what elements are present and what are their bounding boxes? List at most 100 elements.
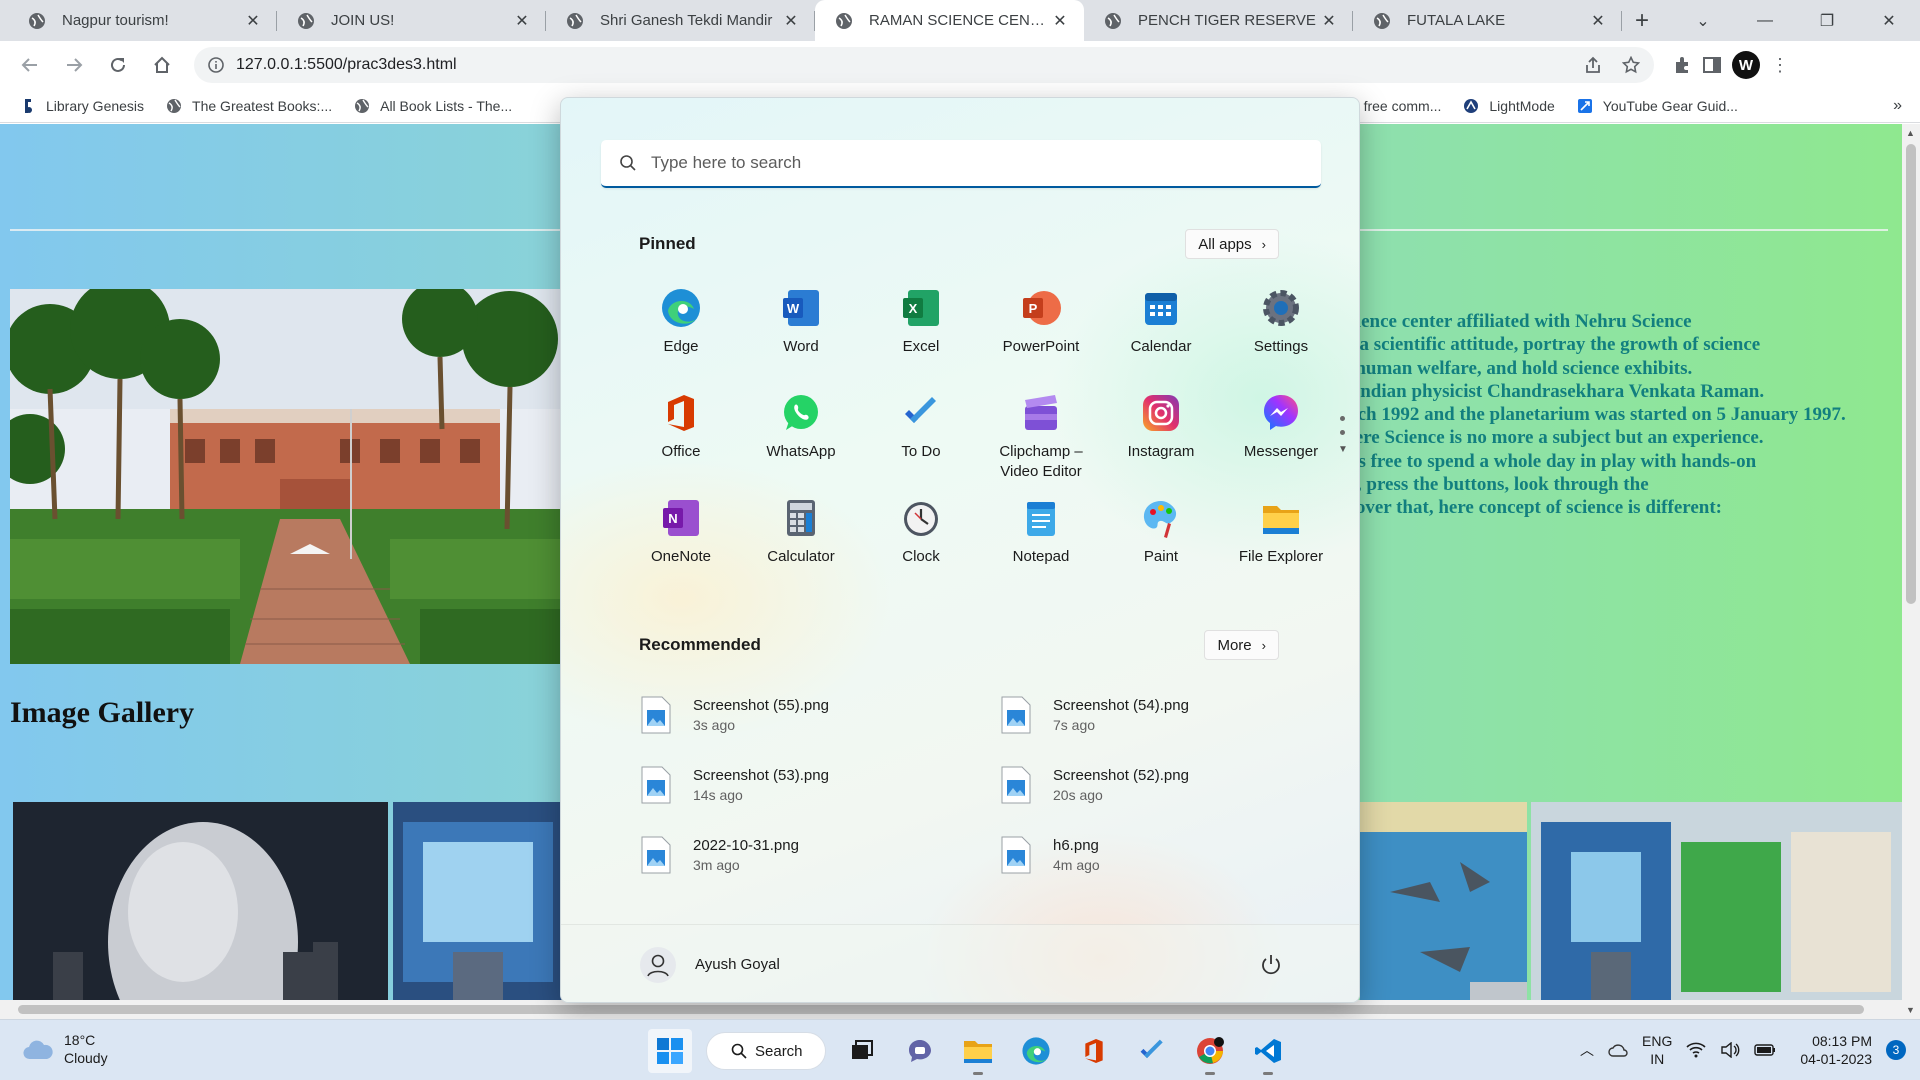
- language-indicator[interactable]: ENG IN: [1642, 1032, 1672, 1068]
- gallery-image-planetarium[interactable]: [13, 802, 388, 1019]
- back-button[interactable]: [12, 47, 48, 83]
- close-icon[interactable]: ✕: [512, 11, 532, 31]
- side-panel-icon[interactable]: [1702, 55, 1722, 75]
- close-icon[interactable]: ✕: [1588, 11, 1608, 31]
- new-tab-button[interactable]: +: [1622, 0, 1662, 41]
- onedrive-icon[interactable]: [1608, 1042, 1628, 1058]
- pinned-app-notepad[interactable]: Notepad: [981, 493, 1101, 598]
- pinned-app-messenger[interactable]: Messenger: [1221, 388, 1341, 493]
- bookmark-youtube-gear[interactable]: YouTube Gear Guid...: [1577, 98, 1738, 114]
- url-text: 127.0.0.1:5500/prac3des3.html: [236, 56, 457, 73]
- page-dot[interactable]: [1340, 416, 1346, 421]
- close-icon[interactable]: ✕: [243, 11, 263, 31]
- battery-icon[interactable]: [1754, 1043, 1776, 1057]
- home-button[interactable]: [144, 47, 180, 83]
- restore-button[interactable]: ❐: [1796, 0, 1858, 41]
- close-icon[interactable]: ✕: [1050, 11, 1070, 31]
- taskbar-clock[interactable]: 08:13 PM 04-01-2023: [1800, 1032, 1872, 1068]
- more-button[interactable]: More ›: [1204, 630, 1279, 660]
- more-menu-icon[interactable]: ⋮: [1770, 55, 1790, 76]
- notification-badge[interactable]: 3: [1886, 1040, 1906, 1060]
- info-icon[interactable]: [208, 57, 224, 73]
- close-icon[interactable]: ✕: [1319, 11, 1339, 31]
- pinned-app-paint[interactable]: Paint: [1101, 493, 1221, 598]
- bookmark-greatest-books[interactable]: The Greatest Books:...: [166, 98, 332, 114]
- volume-icon[interactable]: [1720, 1042, 1740, 1058]
- teams-chat-button[interactable]: [898, 1029, 942, 1073]
- pinned-app-excel[interactable]: X Excel: [861, 283, 981, 388]
- pinned-app-onenote[interactable]: N OneNote: [621, 493, 741, 598]
- user-account-icon[interactable]: [639, 946, 677, 984]
- close-window-button[interactable]: ✕: [1858, 0, 1920, 41]
- pinned-app-powerpoint[interactable]: P PowerPoint: [981, 283, 1101, 388]
- recommended-item[interactable]: Screenshot (53).png 14s ago: [641, 750, 1001, 820]
- gallery-image-exhibit-1[interactable]: [393, 802, 563, 1019]
- pinned-app-todo[interactable]: To Do: [861, 388, 981, 493]
- forward-button[interactable]: [56, 47, 92, 83]
- chevron-down-icon[interactable]: ▼: [1338, 444, 1348, 455]
- user-name[interactable]: Ayush Goyal: [695, 956, 780, 973]
- bookmark-lightmode[interactable]: LightMode: [1463, 98, 1555, 114]
- address-bar[interactable]: 127.0.0.1:5500/prac3des3.html: [194, 47, 1654, 83]
- pinned-app-edge[interactable]: Edge: [621, 283, 741, 388]
- pinned-app-clock[interactable]: Clock: [861, 493, 981, 598]
- tab-nagpur-tourism[interactable]: Nagpur tourism! ✕: [8, 0, 277, 41]
- pinned-app-word[interactable]: W Word: [741, 283, 861, 388]
- profile-avatar[interactable]: W: [1732, 51, 1760, 79]
- taskbar-office[interactable]: [1072, 1029, 1116, 1073]
- vertical-scrollbar[interactable]: ▲ ▼: [1902, 124, 1920, 1019]
- tab-pench-tiger-reserve[interactable]: PENCH TIGER RESERVE ✕: [1084, 0, 1353, 41]
- recommended-item[interactable]: 2022-10-31.png 3m ago: [641, 820, 1001, 890]
- all-apps-button[interactable]: All apps ›: [1185, 229, 1279, 259]
- tab-raman-science-center[interactable]: RAMAN SCIENCE CENTER ✕: [815, 0, 1084, 41]
- task-view-button[interactable]: [840, 1029, 884, 1073]
- recommended-item[interactable]: Screenshot (52).png 20s ago: [1001, 750, 1301, 820]
- recommended-item[interactable]: Screenshot (55).png 3s ago: [641, 680, 1001, 750]
- weather-widget[interactable]: 18°C Cloudy: [22, 1031, 108, 1067]
- taskbar-file-explorer[interactable]: [956, 1029, 1000, 1075]
- file-name: 2022-10-31.png: [693, 837, 799, 854]
- taskbar-search-button[interactable]: Search: [706, 1032, 826, 1070]
- vertical-scroll-thumb[interactable]: [1906, 144, 1916, 604]
- power-icon[interactable]: [1259, 953, 1283, 977]
- minimize-button[interactable]: —: [1734, 0, 1796, 41]
- extensions-icon[interactable]: [1672, 55, 1692, 75]
- bookmark-all-book-lists[interactable]: All Book Lists - The...: [354, 98, 512, 114]
- taskbar-chrome[interactable]: [1188, 1029, 1232, 1075]
- bookmark-star-icon[interactable]: [1622, 56, 1640, 74]
- pinned-app-instagram[interactable]: Instagram: [1101, 388, 1221, 493]
- pinned-app-clipchamp[interactable]: Clipchamp – Video Editor: [981, 388, 1101, 493]
- close-icon[interactable]: ✕: [781, 11, 801, 31]
- horizontal-scroll-thumb[interactable]: [18, 1005, 1864, 1014]
- taskbar-edge[interactable]: [1014, 1029, 1058, 1073]
- pinned-app-file-explorer[interactable]: File Explorer: [1221, 493, 1341, 598]
- scroll-down-arrow-icon[interactable]: ▼: [1906, 1005, 1915, 1015]
- recommended-item[interactable]: h6.png 4m ago: [1001, 820, 1301, 890]
- recommended-item[interactable]: Screenshot (54).png 7s ago: [1001, 680, 1301, 750]
- page-dot[interactable]: [1340, 430, 1346, 435]
- bookmark-library-genesis[interactable]: Library Genesis: [20, 98, 144, 114]
- pinned-app-calendar[interactable]: Calendar: [1101, 283, 1221, 388]
- reload-button[interactable]: [100, 47, 136, 83]
- bookmarks-overflow-icon[interactable]: »: [1893, 97, 1902, 115]
- gallery-image-exhibit-2[interactable]: [1360, 802, 1527, 1019]
- pinned-page-indicator[interactable]: ▼: [1338, 416, 1348, 455]
- tab-join-us[interactable]: JOIN US! ✕: [277, 0, 546, 41]
- pinned-app-whatsapp[interactable]: WhatsApp: [741, 388, 861, 493]
- scroll-up-arrow-icon[interactable]: ▲: [1906, 128, 1915, 138]
- start-button[interactable]: [648, 1029, 692, 1073]
- gallery-image-exhibit-3[interactable]: [1531, 802, 1902, 1019]
- start-search-input[interactable]: Type here to search: [601, 140, 1321, 188]
- pinned-app-office[interactable]: Office: [621, 388, 741, 493]
- notepad-icon: [1027, 502, 1055, 536]
- pinned-app-settings[interactable]: Settings: [1221, 283, 1341, 388]
- share-icon[interactable]: [1584, 56, 1602, 74]
- pinned-app-calculator[interactable]: Calculator: [741, 493, 861, 598]
- tab-futala-lake[interactable]: FUTALA LAKE ✕: [1353, 0, 1622, 41]
- tab-search-chevron-icon[interactable]: ⌄: [1672, 0, 1734, 41]
- taskbar-todo[interactable]: [1130, 1029, 1174, 1073]
- chevron-up-icon[interactable]: ︿: [1580, 1040, 1594, 1060]
- tab-ganesh-tekdi[interactable]: Shri Ganesh Tekdi Mandir ✕: [546, 0, 815, 41]
- taskbar-vscode[interactable]: [1246, 1029, 1290, 1075]
- wifi-icon[interactable]: [1686, 1042, 1706, 1058]
